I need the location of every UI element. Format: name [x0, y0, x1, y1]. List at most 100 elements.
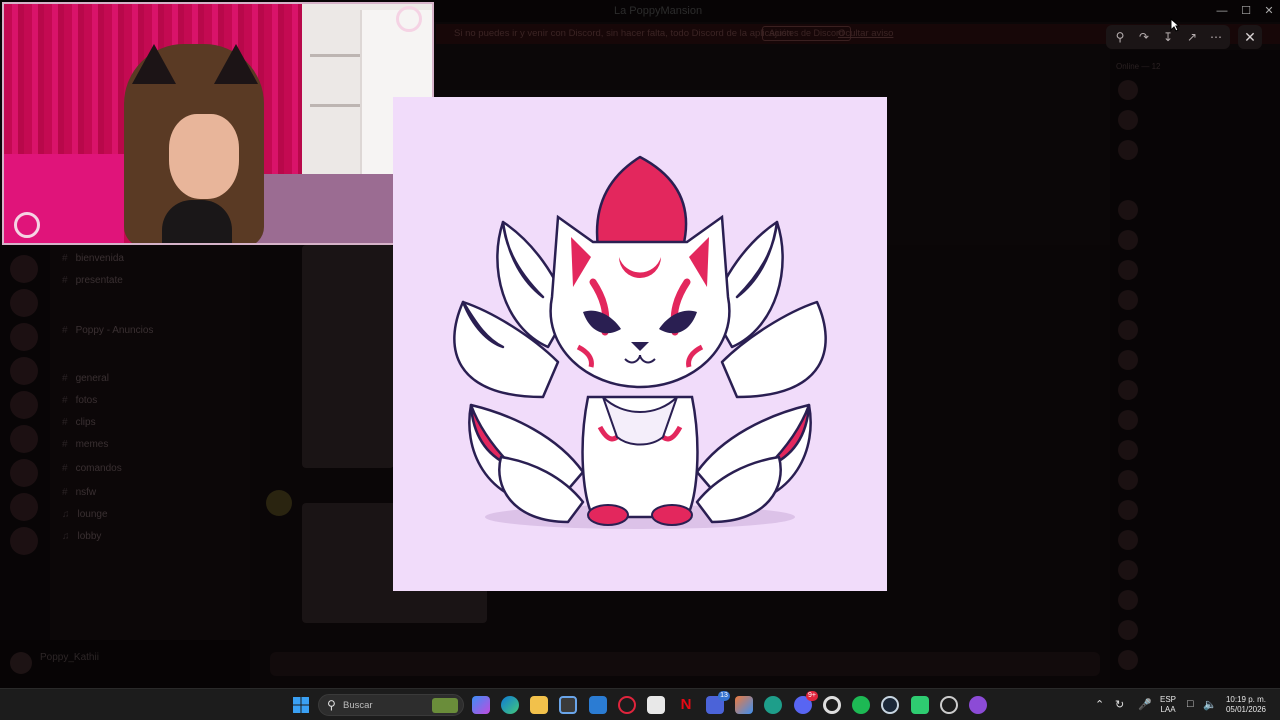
sync-icon[interactable]: ↻ — [1115, 698, 1124, 711]
server-icon[interactable] — [10, 425, 38, 453]
lightbox-image[interactable] — [393, 97, 887, 591]
members-header: Online — 12 — [1116, 62, 1161, 71]
cat-ear-icon — [214, 44, 258, 84]
close-window-icon[interactable]: ✕ — [1259, 2, 1279, 20]
avatar[interactable] — [10, 652, 32, 674]
chat-image[interactable] — [302, 245, 394, 468]
member-avatar[interactable] — [1118, 470, 1138, 490]
member-avatar[interactable] — [1118, 530, 1138, 550]
window-title: La PoppyMansion — [614, 5, 703, 17]
more-options-icon[interactable]: ⋯ — [1208, 29, 1224, 45]
channel-item[interactable]: # bienvenida — [62, 253, 124, 264]
member-avatar[interactable] — [1118, 200, 1138, 220]
chevron-up-icon[interactable]: ⌃ — [1095, 698, 1104, 711]
channel-item[interactable]: # comandos — [62, 463, 122, 474]
microphone-icon — [162, 200, 232, 243]
member-avatar[interactable] — [1118, 80, 1138, 100]
taskbar-search[interactable]: ⚲ Buscar — [318, 694, 464, 716]
zoom-icon[interactable]: ⚲ — [1112, 29, 1128, 45]
microphone-icon[interactable]: 🎤 — [1138, 698, 1152, 711]
cat-ear-icon — [132, 44, 176, 84]
member-avatar[interactable] — [1118, 230, 1138, 250]
avatar — [266, 490, 292, 516]
server-icon[interactable] — [10, 323, 38, 351]
network-icon[interactable]: □ — [1187, 698, 1194, 710]
member-avatar[interactable] — [1118, 140, 1138, 160]
member-avatar[interactable] — [1118, 650, 1138, 670]
discord-icon[interactable]: 9+ — [794, 691, 818, 714]
server-icon[interactable] — [10, 493, 38, 521]
teams-icon[interactable]: 13 — [706, 691, 730, 714]
share-icon[interactable]: ↷ — [1136, 29, 1152, 45]
notice-text: Si no puedes ir y venir con Discord, sin… — [454, 28, 792, 39]
maximize-icon[interactable]: ☐ — [1236, 2, 1256, 20]
store-icon[interactable] — [559, 696, 577, 714]
member-avatar[interactable] — [1118, 350, 1138, 370]
twitch-icon[interactable] — [969, 696, 987, 714]
channel-item[interactable]: # clips — [62, 417, 96, 428]
member-avatar[interactable] — [1118, 320, 1138, 340]
mouse-cursor-icon — [1170, 18, 1180, 32]
channel-item[interactable]: ♫ lobby — [62, 531, 101, 542]
app-icon[interactable] — [911, 696, 929, 714]
member-avatar[interactable] — [1118, 290, 1138, 310]
server-icon[interactable] — [10, 527, 38, 555]
server-icon[interactable] — [10, 391, 38, 419]
channel-item[interactable]: # presentate — [62, 275, 123, 286]
netflix-icon[interactable]: N — [677, 696, 695, 714]
member-avatar[interactable] — [1118, 590, 1138, 610]
member-avatar[interactable] — [1118, 260, 1138, 280]
member-avatar[interactable] — [1118, 410, 1138, 430]
search-icon: ⚲ — [327, 698, 336, 712]
server-list — [0, 245, 50, 688]
member-avatar[interactable] — [1118, 110, 1138, 130]
server-icon[interactable] — [10, 255, 38, 283]
clock[interactable]: 10:19 p. m. 05/01/2026 — [1220, 695, 1272, 715]
notification-badge: 9+ — [806, 691, 818, 701]
channel-item[interactable]: # general — [62, 373, 109, 384]
open-external-icon[interactable]: ↗ — [1184, 29, 1200, 45]
member-avatar[interactable] — [1118, 440, 1138, 460]
webcam-overlay — [2, 2, 434, 245]
channel-item[interactable]: # fotos — [62, 395, 97, 406]
minimize-icon[interactable]: — — [1212, 2, 1232, 20]
channel-list: # bienvenida # presentate # Poppy - Anuncio… — [50, 245, 250, 688]
app-icon[interactable] — [735, 696, 753, 714]
user-name: Poppy_Kathii — [40, 652, 99, 663]
image-viewer-toolbar: ⚲ ↷ ↧ ↗ ⋯ — [1106, 25, 1230, 49]
obs-icon[interactable] — [823, 696, 841, 714]
member-avatar[interactable] — [1118, 560, 1138, 580]
channel-item[interactable]: # memes — [62, 439, 108, 450]
member-list: Online — 12 — [1110, 50, 1280, 688]
message-input[interactable] — [270, 652, 1100, 676]
windows-taskbar: ⚲ Buscar N 13 9+ ⌃ ↻ 🎤 ESP LAA □ 🔈 10:19 … — [0, 688, 1280, 720]
member-avatar[interactable] — [1118, 620, 1138, 640]
channel-item[interactable]: # nsfw — [62, 487, 96, 498]
server-icon[interactable] — [10, 289, 38, 317]
notice-link[interactable]: Ocultar aviso — [838, 28, 893, 39]
member-avatar[interactable] — [1118, 500, 1138, 520]
streamer-figure — [169, 114, 239, 199]
server-icon[interactable] — [10, 459, 38, 487]
member-avatar[interactable] — [1118, 380, 1138, 400]
copilot-icon[interactable] — [472, 696, 490, 714]
spotify-icon[interactable] — [852, 696, 870, 714]
close-viewer-button[interactable]: ✕ — [1238, 25, 1262, 49]
language-indicator[interactable]: ESP LAA — [1156, 695, 1180, 715]
start-icon[interactable] — [292, 696, 310, 714]
kitsune-illustration — [453, 155, 827, 529]
volume-icon[interactable]: 🔈 — [1203, 698, 1217, 711]
edge-icon[interactable] — [501, 696, 519, 714]
user-panel: Poppy_Kathii — [0, 640, 250, 688]
app-icon[interactable] — [764, 696, 782, 714]
app-icon[interactable] — [647, 696, 665, 714]
search-highlight-icon — [432, 698, 458, 713]
file-explorer-icon[interactable] — [530, 696, 548, 714]
server-icon[interactable] — [10, 357, 38, 385]
channel-item[interactable]: # Poppy - Anuncios — [62, 325, 153, 336]
channel-item[interactable]: ♫ lounge — [62, 509, 108, 520]
opera-icon[interactable] — [618, 696, 636, 714]
steam-icon[interactable] — [881, 696, 899, 714]
mail-icon[interactable] — [589, 696, 607, 714]
app-icon[interactable] — [940, 696, 958, 714]
